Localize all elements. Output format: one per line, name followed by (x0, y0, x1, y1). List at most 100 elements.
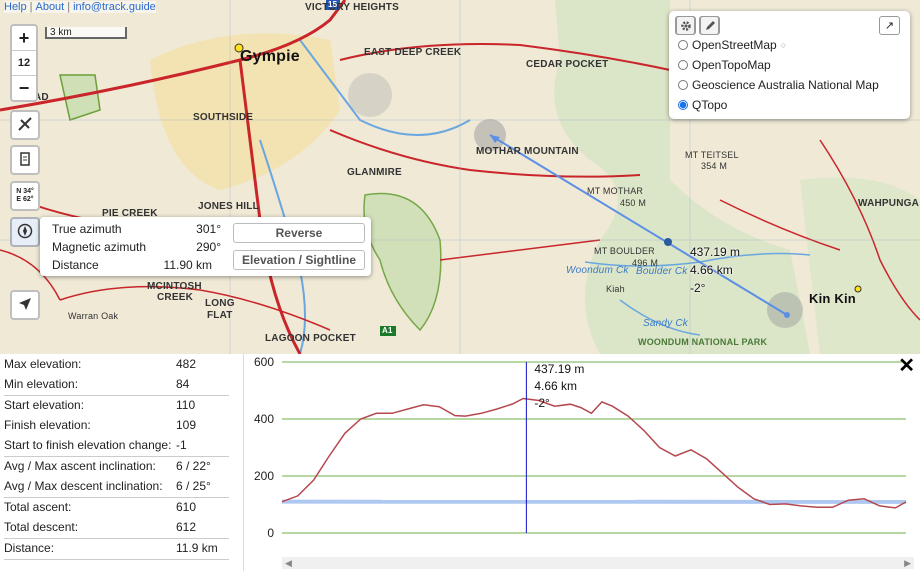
about-link[interactable]: About (35, 1, 64, 13)
layer-label-osm: OpenStreetMap (692, 38, 777, 52)
stat-value: 6 / 22° (176, 459, 211, 473)
zoom-out-button[interactable]: − (12, 76, 36, 100)
document-icon (18, 152, 32, 169)
coord-line-1: N 34° (16, 188, 34, 195)
stat-label: Start elevation: (4, 398, 84, 412)
stat-row: Finish elevation: 109 (4, 418, 229, 436)
stat-label: Max elevation: (4, 357, 81, 371)
label-kin-kin: Kin Kin (809, 291, 856, 306)
cursor-elevation-label: 437.19 m (534, 362, 584, 376)
stat-label: Total descent: (4, 520, 78, 534)
stat-value: 612 (176, 520, 196, 534)
scroll-left-arrow-icon[interactable]: ◀ (285, 558, 292, 569)
label-victory-heights: VICTORY HEIGHTS (305, 2, 399, 13)
stat-value: 11.9 km (176, 541, 218, 555)
layer-option-opentopo[interactable]: OpenTopoMap (678, 58, 771, 72)
label-mt-teitsel-height: 354 M (701, 161, 727, 171)
line-tooltip-angle: -2° (690, 281, 705, 295)
label-lagoon-pocket: LAGOON POCKET (265, 333, 356, 344)
label-wahpunga: WAHPUNGA (858, 198, 919, 209)
cursor-distance-label: 4.66 km (534, 379, 577, 393)
label-mt-mothar: MT MOTHAR (587, 186, 643, 196)
label-southside: SOUTHSIDE (193, 112, 253, 123)
info-circle-icon: ○ (781, 40, 786, 50)
y-tick-label: 600 (254, 355, 274, 369)
stat-value: 84 (176, 377, 189, 391)
label-kiah: Kiah (606, 284, 625, 294)
label-gympie: Gympie (240, 48, 300, 66)
print-button[interactable] (10, 145, 40, 175)
highway-shield-15: 15 (328, 0, 337, 9)
layer-label-qtopo: QTopo (692, 98, 727, 112)
line-tooltip-elevation: 437.19 m (690, 245, 740, 259)
zoom-in-button[interactable]: + (12, 26, 36, 51)
coordinates-button[interactable]: N 34°E 62° (10, 181, 40, 211)
help-link[interactable]: Help (4, 1, 27, 13)
label-sandy-creek: Sandy Ck (643, 318, 688, 329)
radio-geoscience[interactable] (678, 80, 688, 90)
map-view[interactable]: VICTORY HEIGHTS Gympie EAST DEEP CREEK C… (0, 0, 920, 354)
label-mothar-mountain: MOTHAR MOUNTAIN (476, 146, 579, 157)
radio-osm[interactable] (678, 40, 688, 50)
elevation-sightline-button[interactable]: Elevation / Sightline (233, 250, 365, 270)
layer-option-geoscience[interactable]: Geoscience Australia National Map (678, 78, 879, 92)
layer-option-qtopo[interactable]: QTopo (678, 98, 727, 112)
settings-button[interactable] (675, 16, 696, 35)
layer-label-geoscience: Geoscience Australia National Map (692, 78, 879, 92)
email-link[interactable]: info@track.guide (73, 1, 156, 13)
magnetic-azimuth-label: Magnetic azimuth (52, 240, 146, 254)
elevation-stats-panel: Max elevation: 482 Min elevation:84 Start e… (0, 354, 244, 571)
close-icon: ✕ (898, 355, 915, 377)
label-woondum-creek: Woondum Ck (566, 265, 629, 276)
label-mt-teitsel: MT TEITSEL (685, 150, 739, 160)
label-jones-hill: JONES HILL (198, 201, 259, 212)
distance-value: 11.90 km (164, 258, 212, 272)
reverse-button[interactable]: Reverse (233, 223, 365, 243)
scroll-right-arrow-icon[interactable]: ▶ (904, 558, 911, 569)
label-mcintosh-creek: CREEK (157, 292, 193, 303)
stat-label: Start to finish elevation change: (4, 438, 171, 452)
label-warran-oak: Warran Oak (68, 311, 118, 321)
stat-row: Start to finish elevation change:-1 (4, 438, 229, 457)
stat-value: 482 (176, 357, 196, 371)
stat-row: Min elevation:84 (4, 377, 229, 396)
label-boulder-creek: Boulder Ck (636, 266, 687, 277)
stat-label: Finish elevation: (4, 418, 91, 432)
elevation-profile-chart: 0200400600437.19 m4.66 km-2° ✕ ◀ ▶ (244, 354, 920, 571)
expand-button[interactable]: ↗ (879, 16, 900, 35)
y-tick-label: 200 (254, 469, 274, 483)
locate-button[interactable] (10, 290, 40, 320)
layer-switcher: ↗ OpenStreetMap ○ OpenTopoMap Geoscience … (669, 11, 910, 119)
azimuth-panel: True azimuth 301° Magnetic azimuth 290° … (40, 217, 371, 276)
stat-value: 6 / 25° (176, 479, 211, 493)
stat-value: 109 (176, 418, 196, 432)
radio-opentopo[interactable] (678, 60, 688, 70)
stat-row: Avg / Max descent inclination:6 / 25° (4, 479, 229, 498)
label-mcintosh: MCINTOSH (147, 281, 202, 292)
y-tick-label: 400 (254, 412, 274, 426)
highway-shield-a1: A1 (382, 326, 393, 335)
stat-row: Start elevation:110 (4, 398, 229, 416)
horizontal-scrollbar[interactable]: ◀ ▶ (282, 557, 914, 569)
label-east-deep-creek: EAST DEEP CREEK (364, 47, 461, 58)
true-azimuth-value: 301° (196, 222, 221, 236)
gear-icon (676, 16, 695, 35)
top-links: Help|About|info@track.guide (4, 1, 156, 13)
label-mt-mothar-height: 450 M (620, 198, 646, 208)
zoom-control: + 12 − (10, 24, 38, 102)
stat-label: Avg / Max ascent inclination: (4, 459, 156, 473)
radio-qtopo[interactable] (678, 100, 688, 110)
layer-label-opentopo: OpenTopoMap (692, 58, 771, 72)
edit-button[interactable] (699, 16, 720, 35)
elevation-chart-svg: 0200400600437.19 m4.66 km-2° (244, 354, 920, 571)
stat-label: Distance: (4, 541, 54, 555)
stat-row: Max elevation: 482 (4, 357, 229, 375)
stat-value: 610 (176, 500, 196, 514)
label-cedar-pocket: CEDAR POCKET (526, 59, 608, 70)
measure-tool-button[interactable] (10, 110, 40, 140)
close-profile-button[interactable]: ✕ (898, 356, 915, 376)
label-mt-boulder: MT BOULDER (594, 246, 655, 256)
azimuth-tool-button[interactable] (10, 217, 40, 247)
navigation-arrow-icon (18, 297, 32, 314)
layer-option-osm[interactable]: OpenStreetMap ○ (678, 38, 786, 52)
